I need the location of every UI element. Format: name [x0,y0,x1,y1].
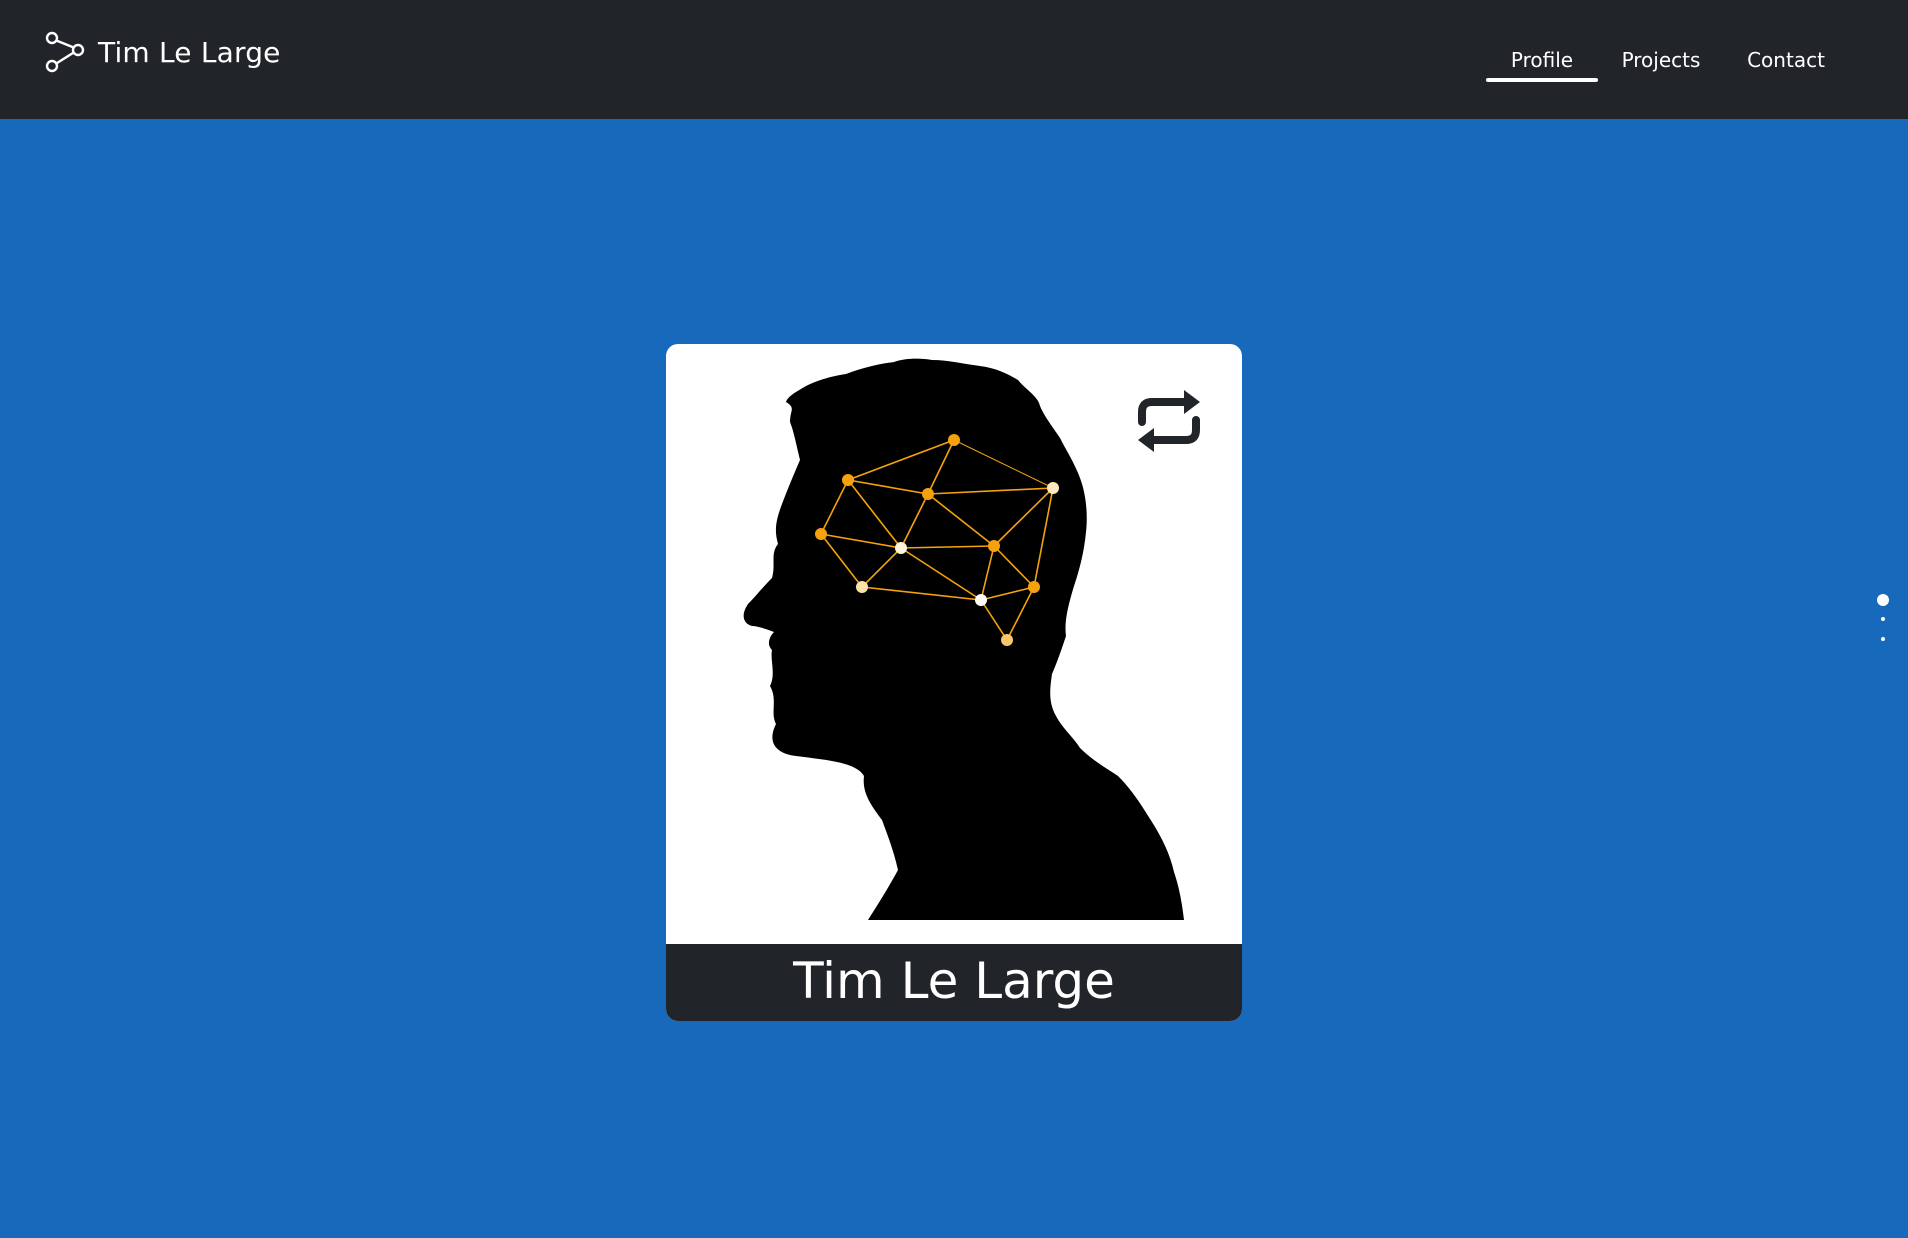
head-silhouette [743,358,1184,920]
navbar: Tim Le Large Profile Projects Contact [0,0,1908,119]
nav-projects-label: Projects [1621,47,1701,72]
nav-contact-label: Contact [1747,47,1825,72]
pagination-dot-2[interactable] [1881,617,1885,621]
nav-contact[interactable]: Contact [1724,0,1848,119]
nav-projects[interactable]: Projects [1598,0,1724,119]
main-nav: Profile Projects Contact [1486,0,1848,119]
profile-card[interactable]: Tim Le Large [666,344,1242,1021]
share-nodes-icon [45,31,85,73]
brand-name: Tim Le Large [98,35,281,69]
brand-link[interactable]: Tim Le Large [44,31,281,73]
nav-profile-label: Profile [1510,47,1574,72]
nav-active-indicator [1486,78,1598,82]
nav-profile[interactable]: Profile [1486,0,1598,119]
pagination-dot-1[interactable] [1877,594,1889,606]
section-pagination [1874,594,1894,644]
card-footer: Tim Le Large [666,944,1242,1021]
repeat-arrows-icon[interactable] [1134,388,1204,454]
pagination-dot-3[interactable] [1881,637,1885,641]
profile-name: Tim Le Large [793,951,1115,1010]
